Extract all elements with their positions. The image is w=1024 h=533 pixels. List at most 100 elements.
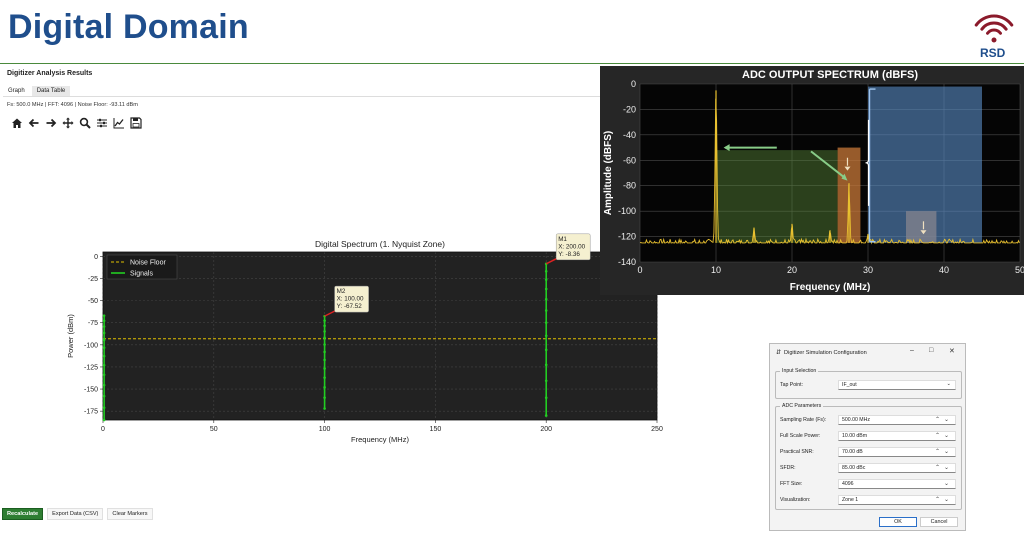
- param-value: 10.00 dBm: [842, 433, 868, 439]
- tap-point-value: IF_out: [842, 382, 857, 388]
- adc-y-tick-label: -20: [623, 104, 636, 114]
- save-icon[interactable]: [129, 116, 143, 130]
- close-icon[interactable]: ✕: [949, 347, 955, 355]
- signal-point: [102, 314, 106, 317]
- signal-point: [544, 309, 548, 312]
- adc-parameters-label: ADC Parameters: [780, 403, 824, 409]
- signal-point: [544, 297, 548, 301]
- app-title: Digitizer Analysis Results: [7, 70, 93, 77]
- signal-point: [102, 354, 106, 358]
- marker-label: M2: [337, 288, 346, 295]
- x-tick-label: 100: [319, 426, 331, 433]
- adc-parameters-group: ADC Parameters Sampling Rate (Fs): 500.00…: [775, 403, 962, 510]
- spin-arrows-icon[interactable]: ⌃⌄: [935, 496, 953, 503]
- y-tick-label: -50: [88, 298, 98, 305]
- logo-text: RSD: [980, 46, 1006, 60]
- param-spinbox[interactable]: 85.00 dBc ⌃⌄: [838, 463, 956, 473]
- marker-y: Y: -8.36: [558, 251, 580, 258]
- param-spinbox[interactable]: Zone 1 ⌃⌄: [838, 495, 956, 505]
- signal-point: [544, 278, 548, 281]
- adc-blue-region: [868, 86, 982, 243]
- line-chart-icon[interactable]: [112, 116, 126, 130]
- clear-markers-button[interactable]: Clear Markers: [107, 508, 153, 520]
- y-tick-label: -150: [84, 387, 98, 394]
- signal-point: [323, 358, 326, 362]
- adc-x-tick-label: 40: [939, 265, 949, 275]
- adc-x-tick-label: 10: [711, 265, 721, 275]
- spin-arrows-icon[interactable]: ⌃⌄: [935, 416, 953, 423]
- action-button-bar: Recalculate Export Data (CSV) Clear Mark…: [2, 508, 153, 520]
- back-arrow-icon[interactable]: [27, 116, 41, 130]
- signal-point: [323, 386, 326, 389]
- forward-arrow-icon[interactable]: [44, 116, 58, 130]
- tap-point-select[interactable]: IF_out ⌄: [838, 380, 956, 390]
- spin-arrows-icon[interactable]: ⌃⌄: [935, 448, 953, 455]
- signal-point: [544, 269, 548, 273]
- legend-noise-label: Noise Floor: [130, 260, 166, 267]
- signal-point: [102, 325, 106, 328]
- y-tick-label: -100: [84, 342, 98, 349]
- param-value: 500.00 MHz: [842, 417, 870, 423]
- param-spinbox[interactable]: 70.00 dB ⌃⌄: [838, 447, 956, 457]
- adc-x-axis-label: Frequency (MHz): [790, 282, 871, 293]
- recalculate-button[interactable]: Recalculate: [2, 508, 44, 520]
- param-spinbox[interactable]: 500.00 MHz ⌃⌄: [838, 415, 956, 425]
- signal-point: [544, 363, 548, 367]
- adc-x-tick-label: 30: [863, 265, 873, 275]
- signal-point: [323, 336, 326, 339]
- param-label: Sampling Rate (Fs):: [780, 417, 827, 423]
- adc-x-tick-label: 50: [1015, 265, 1024, 275]
- marker-x: X: 200.00: [558, 243, 585, 250]
- signal-point: [323, 343, 326, 346]
- param-value: 4096: [842, 481, 854, 487]
- input-selection-group: Input Selection Tap Point: IF_out ⌄: [775, 368, 962, 399]
- signal-point: [323, 376, 326, 379]
- ok-button[interactable]: OK: [879, 517, 917, 527]
- param-label: FFT Size:: [780, 481, 803, 487]
- signal-point: [323, 407, 326, 410]
- signal-point: [102, 383, 106, 387]
- adc-y-tick-label: -60: [623, 155, 636, 165]
- x-axis-label: Frequency (MHz): [351, 435, 409, 444]
- maximize-icon[interactable]: □: [929, 347, 933, 354]
- adc-y-tick-label: -80: [623, 181, 636, 191]
- digitizer-app-window: Digitizer Analysis Results Graph Data Ta…: [0, 66, 664, 528]
- adc-y-tick-label: 0: [631, 79, 636, 89]
- minimize-icon[interactable]: –: [910, 347, 914, 354]
- signal-point: [102, 394, 106, 398]
- legend-signal-label: Signals: [130, 271, 153, 278]
- signal-point: [102, 319, 106, 323]
- signal-dot: [991, 37, 997, 43]
- x-tick-label: 200: [540, 426, 552, 433]
- chevron-down-icon[interactable]: ⌄: [944, 480, 953, 487]
- adc-y-tick-label: -140: [618, 257, 636, 267]
- spin-arrows-icon[interactable]: ⌃⌄: [935, 464, 953, 471]
- configure-icon[interactable]: [95, 116, 109, 130]
- config-icon: ⇵: [776, 350, 782, 356]
- marker-label: M1: [558, 236, 567, 243]
- cancel-button[interactable]: Cancel: [920, 517, 958, 527]
- dialog-title: Digitizer Simulation Configuration: [784, 349, 867, 356]
- adc-x-tick-label: 20: [787, 265, 797, 275]
- signal-point: [544, 321, 548, 324]
- title-divider: [0, 63, 1024, 64]
- signal-point: [102, 418, 106, 422]
- pan-icon[interactable]: [61, 116, 75, 130]
- slide-title: Digital Domain: [8, 8, 249, 46]
- param-spinbox[interactable]: 10.00 dBm ⌃⌄: [838, 431, 956, 441]
- adc-green-region: [716, 150, 838, 243]
- signal-point: [102, 331, 106, 335]
- param-value: Zone 1: [842, 497, 859, 503]
- param-select[interactable]: 4096 ⌄: [838, 479, 956, 489]
- signal-point: [544, 379, 548, 383]
- signal-point: [323, 367, 326, 370]
- param-label: SFDR:: [780, 465, 796, 471]
- export-csv-button[interactable]: Export Data (CSV): [47, 508, 104, 520]
- home-icon[interactable]: [10, 116, 24, 130]
- signal-point: [102, 346, 106, 350]
- zoom-icon[interactable]: [78, 116, 92, 130]
- adc-y-tick-label: -100: [618, 206, 636, 216]
- tab-divider: [3, 96, 643, 97]
- spin-arrows-icon[interactable]: ⌃⌄: [935, 432, 953, 439]
- signal-arc: [980, 21, 1008, 31]
